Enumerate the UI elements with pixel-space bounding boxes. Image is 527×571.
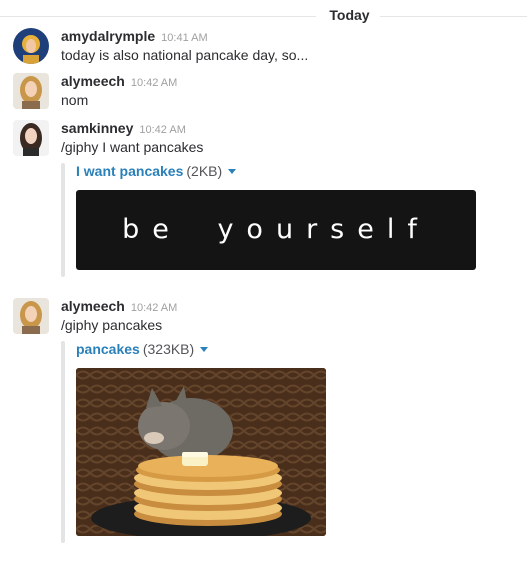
timestamp[interactable]: 10:42 AM: [131, 302, 177, 314]
gif-caption: be yourself: [122, 214, 430, 245]
attachment-bar: [61, 341, 65, 543]
message: alymeech 10:42 AM /giphy pancakes pancake…: [0, 298, 527, 548]
avatar-image: [13, 298, 49, 334]
message: samkinney 10:42 AM /giphy I want pancakes…: [0, 120, 527, 277]
divider-line-left: [0, 16, 316, 17]
timestamp[interactable]: 10:42 AM: [131, 77, 177, 89]
day-divider-label: Today: [329, 7, 370, 23]
message-header: samkinney 10:42 AM: [61, 120, 186, 138]
message-header: amydalrymple 10:41 AM: [61, 28, 208, 46]
avatar-image: [13, 73, 49, 109]
message-text: nom: [61, 92, 89, 108]
gif-image[interactable]: be yourself: [76, 190, 476, 270]
avatar-image: [13, 120, 49, 156]
avatar[interactable]: [13, 73, 49, 109]
attachment-size: (323KB): [142, 341, 195, 357]
message-header: alymeech 10:42 AM: [61, 73, 177, 91]
username[interactable]: amydalrymple: [61, 28, 155, 44]
giphy-attachment: pancakes (323KB): [61, 341, 501, 543]
avatar[interactable]: [13, 120, 49, 156]
chevron-down-icon[interactable]: [200, 347, 209, 352]
message-header: alymeech 10:42 AM: [61, 298, 177, 316]
attachment-size: (2KB): [186, 163, 223, 179]
username[interactable]: samkinney: [61, 120, 133, 136]
message: amydalrymple 10:41 AM today is also natio…: [0, 28, 527, 68]
avatar[interactable]: [13, 298, 49, 334]
avatar-image: [13, 28, 49, 64]
attachment-title-row: I want pancakes (2KB): [76, 163, 237, 179]
day-divider: Today: [0, 0, 527, 30]
giphy-attachment: I want pancakes (2KB) be yourself: [61, 163, 501, 277]
attachment-bar: [61, 163, 65, 277]
attachment-title-link[interactable]: I want pancakes: [76, 163, 183, 179]
message-text: /giphy pancakes: [61, 317, 163, 333]
username[interactable]: alymeech: [61, 73, 125, 89]
timestamp[interactable]: 10:42 AM: [139, 124, 185, 136]
chevron-down-icon[interactable]: [228, 169, 237, 174]
attachment-title-row: pancakes (323KB): [76, 341, 209, 357]
kitten-pancakes-illustration: [76, 368, 326, 536]
message-text: today is also national pancake day, so..…: [61, 47, 309, 63]
username[interactable]: alymeech: [61, 298, 125, 314]
timestamp[interactable]: 10:41 AM: [161, 32, 207, 44]
divider-line-right: [380, 16, 527, 17]
attachment-title-link[interactable]: pancakes: [76, 341, 140, 357]
message-text: /giphy I want pancakes: [61, 139, 204, 155]
avatar[interactable]: [13, 28, 49, 64]
message: alymeech 10:42 AM nom: [0, 73, 527, 113]
gif-image[interactable]: [76, 368, 326, 536]
